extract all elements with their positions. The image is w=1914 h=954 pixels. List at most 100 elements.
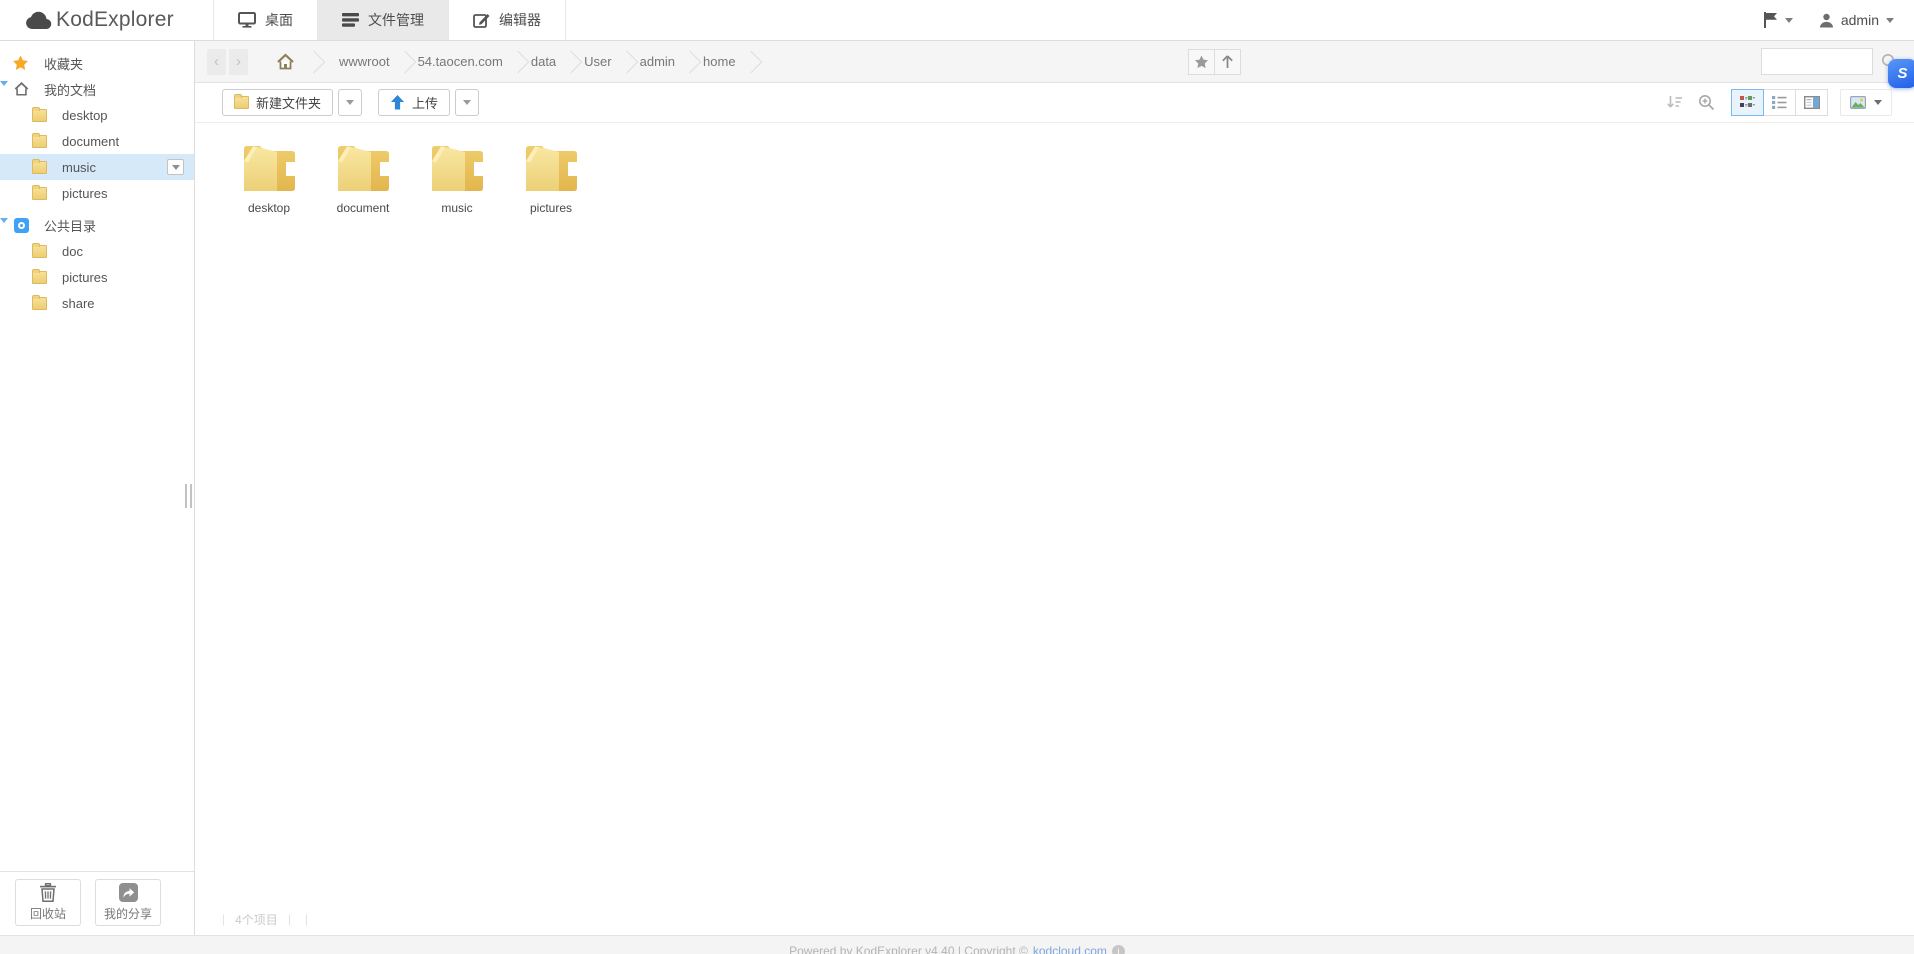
extension-badge[interactable]: S <box>1888 59 1914 88</box>
breadcrumb-item[interactable]: User <box>572 41 627 83</box>
sidebar-item-desktop[interactable]: desktop <box>0 102 194 128</box>
my-share-button[interactable]: 我的分享 <box>95 879 161 926</box>
sidebar-item-share[interactable]: share <box>0 290 194 316</box>
tab-desktop[interactable]: 桌面 <box>213 0 317 40</box>
sidebar-item-public-pictures[interactable]: pictures <box>0 264 194 290</box>
chevron-down-icon <box>346 100 354 105</box>
folder-icon <box>32 109 47 122</box>
sidebar-item-doc[interactable]: doc <box>0 238 194 264</box>
chevron-down-icon <box>1874 100 1882 105</box>
new-folder-label: 新建文件夹 <box>256 93 321 112</box>
file-item-document[interactable]: document <box>316 138 410 215</box>
sidebar-item-public[interactable]: 公共目录 <box>0 212 194 238</box>
list-bars-icon <box>342 13 359 27</box>
search-input[interactable] <box>1761 48 1873 75</box>
file-item-pictures[interactable]: pictures <box>504 138 598 215</box>
tab-file-manager[interactable]: 文件管理 <box>317 0 448 40</box>
breadcrumb-item[interactable]: home <box>691 41 752 83</box>
folder-icon <box>32 245 47 258</box>
favorite-path-button[interactable] <box>1188 49 1215 75</box>
breadcrumb-item[interactable]: wwwroot <box>315 41 406 83</box>
upload-arrow-icon <box>390 95 405 110</box>
header-actions: admin <box>1763 0 1914 40</box>
user-icon <box>1819 13 1834 28</box>
app-title: KodExplorer <box>56 8 174 32</box>
folder-icon <box>519 138 583 196</box>
zoom-button[interactable] <box>1693 90 1719 116</box>
folder-icon <box>32 187 47 200</box>
view-icons-button[interactable] <box>1731 89 1764 116</box>
language-menu[interactable] <box>1763 12 1793 28</box>
item-count-label: 4个项目 <box>235 911 278 928</box>
list-view-icon <box>1772 96 1787 109</box>
expand-chevron-icon[interactable] <box>0 218 8 223</box>
public-folder-icon <box>14 218 29 233</box>
sidebar-resizer-handle[interactable] <box>185 484 192 508</box>
chevron-down-icon <box>1785 18 1793 23</box>
app-logo[interactable]: KodExplorer <box>0 0 213 40</box>
nav-forward-button[interactable]: › <box>229 49 248 75</box>
view-split-button[interactable] <box>1795 89 1828 116</box>
kodexplorer-app: KodExplorer 桌面 文件管理 <box>0 0 1914 954</box>
sidebar-item-document[interactable]: document <box>0 128 194 154</box>
nav-back-button[interactable]: ‹ <box>207 49 226 75</box>
monitor-icon <box>238 12 256 28</box>
file-item-desktop[interactable]: desktop <box>222 138 316 215</box>
theme-button[interactable] <box>1840 89 1892 116</box>
sidebar-item-favorites[interactable]: 收藏夹 <box>0 50 194 76</box>
home-icon <box>14 81 29 97</box>
theme-image-icon <box>1850 96 1866 109</box>
breadcrumb-home[interactable] <box>262 41 315 83</box>
sidebar-item-my-docs[interactable]: 我的文档 <box>0 76 194 102</box>
info-icon[interactable]: i <box>1112 945 1125 954</box>
cloud-icon <box>25 11 52 30</box>
sidebar-footer: 回收站 我的分享 <box>0 871 194 935</box>
folder-tree: 收藏夹 我的文档 desktop <box>0 41 194 871</box>
sidebar-item-label: doc <box>62 244 83 259</box>
sidebar-item-label: 公共目录 <box>44 216 96 235</box>
address-bar: ‹ › wwwroot 54.taocen.com data User admi… <box>195 41 1914 83</box>
page-footer: Powered by KodExplorer v4.40 | Copyright… <box>0 935 1914 954</box>
folder-icon <box>32 161 47 174</box>
top-bar: KodExplorer 桌面 文件管理 <box>0 0 1914 41</box>
folder-icon <box>237 138 301 196</box>
tab-label: 桌面 <box>265 10 293 30</box>
tab-editor[interactable]: 编辑器 <box>448 0 566 40</box>
breadcrumb-item[interactable]: admin <box>628 41 691 83</box>
file-item-music[interactable]: music <box>410 138 504 215</box>
folder-icon <box>425 138 489 196</box>
star-icon <box>12 55 29 71</box>
file-name: pictures <box>530 201 572 215</box>
my-share-label: 我的分享 <box>104 905 152 922</box>
flag-icon <box>1763 12 1778 28</box>
edit-pencil-icon <box>473 12 490 28</box>
sort-button[interactable] <box>1661 90 1687 116</box>
view-list-button[interactable] <box>1763 89 1796 116</box>
sidebar: 收藏夹 我的文档 desktop <box>0 41 195 935</box>
item-menu-button[interactable] <box>167 159 184 175</box>
breadcrumb-item[interactable]: 54.taocen.com <box>406 41 519 83</box>
folder-icon <box>331 138 395 196</box>
go-up-button[interactable] <box>1214 49 1241 75</box>
home-icon <box>276 53 295 70</box>
upload-button[interactable]: 上传 <box>378 89 450 116</box>
tab-label: 文件管理 <box>368 10 424 30</box>
split-view-icon <box>1804 96 1820 109</box>
new-folder-button[interactable]: 新建文件夹 <box>222 89 333 116</box>
expand-chevron-icon[interactable] <box>0 81 8 86</box>
recycle-bin-button[interactable]: 回收站 <box>15 879 81 926</box>
upload-dropdown[interactable] <box>455 89 479 116</box>
folder-icon <box>234 96 249 109</box>
username-label: admin <box>1841 12 1879 28</box>
main-tabs: 桌面 文件管理 编辑器 <box>213 0 566 40</box>
breadcrumb-item[interactable]: data <box>519 41 572 83</box>
new-folder-dropdown[interactable] <box>338 89 362 116</box>
user-menu[interactable]: admin <box>1819 12 1894 28</box>
sidebar-item-label: document <box>62 134 119 149</box>
kodcloud-link[interactable]: kodcloud.com <box>1033 943 1107 954</box>
sidebar-item-music[interactable]: music <box>0 154 194 180</box>
recycle-bin-label: 回收站 <box>30 905 66 922</box>
sidebar-item-pictures[interactable]: pictures <box>0 180 194 206</box>
star-icon <box>1194 55 1209 69</box>
file-list-area[interactable]: desktop document <box>195 123 1914 903</box>
